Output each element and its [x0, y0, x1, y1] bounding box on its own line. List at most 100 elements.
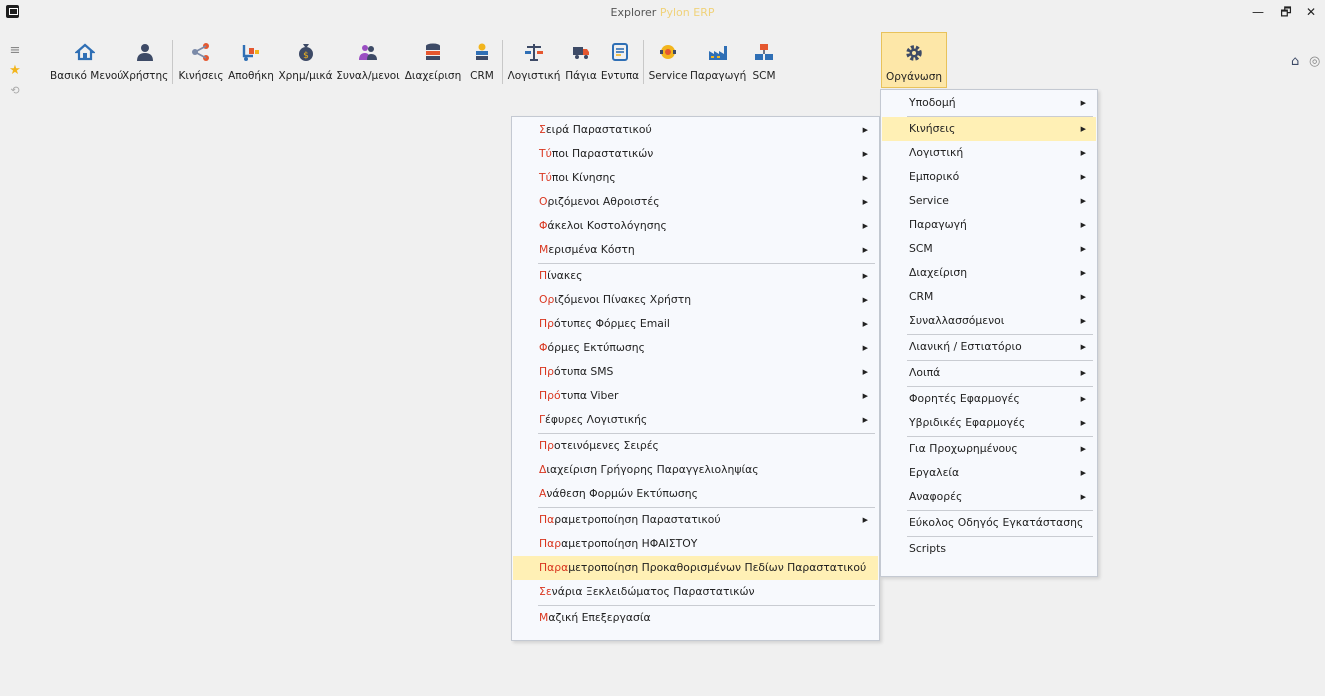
submenu-item[interactable]: Μαζική Επεξεργασία — [513, 606, 878, 630]
menu-item-entry[interactable]: Υποδομή ▶ — [882, 91, 1096, 115]
ribbon-production-label: Παραγωγή — [690, 70, 747, 82]
submenu-item-text: όρμες Εκτύπωσης — [547, 341, 645, 354]
window-brand-text: Pylon ERP — [659, 6, 715, 19]
submenu-item-text: ριζόμενοι Αθροιστές — [547, 195, 660, 208]
menu-item-entry[interactable]: Για Προχωρημένους ▶ — [882, 437, 1096, 461]
submenu-item[interactable]: Πρότυπα SMS ▶ — [513, 360, 878, 384]
submenu-item-label: Τύποι Κίνησης — [539, 166, 616, 190]
ribbon-scm[interactable]: SCM — [747, 32, 781, 88]
menu-item-label: Λογιστική — [909, 146, 964, 159]
submenu-item[interactable]: Οριζόμενοι Αθροιστές ▶ — [513, 190, 878, 214]
menu-item-entry[interactable]: Service ▶ — [882, 189, 1096, 213]
ribbon-movements[interactable]: Κινήσεις — [176, 32, 226, 88]
menu-item-entry[interactable]: Παραγωγή ▶ — [882, 213, 1096, 237]
menu-item-label: Υβριδικές Εφαρμογές — [909, 416, 1026, 429]
submenu-item[interactable]: Σειρά Παραστατικού ▶ — [513, 118, 878, 142]
submenu-item[interactable]: Τύποι Κίνησης ▶ — [513, 166, 878, 190]
menu-item-label: Παραγωγή — [909, 218, 967, 231]
submenu-arrow-icon: ▶ — [862, 368, 868, 376]
home-icon — [75, 43, 95, 61]
submenu-item-label: Μαζική Επεξεργασία — [539, 606, 651, 630]
window-title: Explorer Pylon ERP — [0, 6, 1325, 19]
menu-item-entry[interactable]: Φορητές Εφαρμογές ▶ — [882, 387, 1096, 411]
menu-organosi: Υποδομή ▶ Κινήσεις ▶ Λογιστική ▶ Εμπορικό ▶ Serv… — [880, 89, 1098, 577]
submenu-item-hotkey: Πρ — [539, 317, 554, 330]
submenu-item[interactable]: Πρότυπα Viber ▶ — [513, 384, 878, 408]
ribbon-organization[interactable]: Οργάνωση — [881, 32, 947, 88]
menu-arrow-icon: ▶ — [1080, 445, 1086, 453]
ribbon-production[interactable]: Παραγωγή — [690, 32, 746, 88]
menu-arrow-icon: ▶ — [1080, 245, 1086, 253]
ribbon-partners[interactable]: Συναλ/μενοι — [335, 32, 401, 88]
submenu-arrow-icon: ▶ — [862, 222, 868, 230]
menu-item-entry[interactable]: Αναφορές ▶ — [882, 485, 1096, 509]
menu-item-entry[interactable]: Λιανική / Εστιατόριο ▶ — [882, 335, 1096, 359]
submenu-item[interactable]: Ανάθεση Φορμών Εκτύπωσης — [513, 482, 878, 506]
submenu-item[interactable]: Προτεινόμενες Σειρές — [513, 434, 878, 458]
menu-item-entry[interactable]: Εύκολος Οδηγός Εγκατάστασης — [882, 511, 1096, 535]
submenu-item[interactable]: Σενάρια Ξεκλειδώματος Παραστατικών — [513, 580, 878, 604]
menu-item-entry[interactable]: Εργαλεία ▶ — [882, 461, 1096, 485]
menu-arrow-icon: ▶ — [1080, 149, 1086, 157]
menu-item-entry[interactable]: Λογιστική ▶ — [882, 141, 1096, 165]
submenu-item[interactable]: Διαχείριση Γρήγορης Παραγγελιοληψίας — [513, 458, 878, 482]
menu-arrow-icon: ▶ — [1080, 419, 1086, 427]
ribbon-management[interactable]: Διαχείριση — [402, 32, 464, 88]
history-icon[interactable]: ⟲ — [8, 84, 22, 98]
close-button[interactable]: ✕ — [1300, 3, 1322, 21]
maximize-button[interactable]: 🗗 — [1275, 3, 1297, 21]
ribbon-forms-label: Εντυπα — [600, 70, 640, 82]
menu-item-entry[interactable]: SCM ▶ — [882, 237, 1096, 261]
ribbon-warehouse[interactable]: Αποθήκη — [226, 32, 276, 88]
submenu-item-text: έφυρες Λογιστικής — [545, 413, 648, 426]
title-bar: Explorer Pylon ERP — 🗗 ✕ — [0, 0, 1325, 26]
menu-item-label: Κινήσεις — [909, 122, 956, 135]
hamburger-menu-icon[interactable]: ≡ — [8, 44, 22, 58]
submenu-item-hotkey: Ο — [539, 195, 548, 208]
submenu-item[interactable]: Οριζόμενοι Πίνακες Χρήστη ▶ — [513, 288, 878, 312]
submenu-item[interactable]: Μερισμένα Κόστη ▶ — [513, 238, 878, 262]
favorites-star-icon[interactable]: ★ — [8, 64, 22, 78]
submenu-item[interactable]: Παραμετροποίηση ΗΦΑΙΣΤΟΥ — [513, 532, 878, 556]
menu-item-entry[interactable]: Διαχείριση ▶ — [882, 261, 1096, 285]
ribbon-service[interactable]: Service — [647, 32, 689, 88]
menu-item-entry[interactable]: Λοιπά ▶ — [882, 361, 1096, 385]
ribbon-home-label: Βασικό Μενού — [50, 70, 124, 82]
submenu-item-text: ποι Κίνησης — [551, 171, 616, 184]
submenu-arrow-icon: ▶ — [862, 516, 868, 524]
submenu-item-text: μετροποίηση Προκαθορισμένων Πεδίων Παρασ… — [568, 561, 867, 574]
submenu-item-hotkey: Ορ — [539, 293, 555, 306]
submenu-item[interactable]: Πρότυπες Φόρμες Email ▶ — [513, 312, 878, 336]
ribbon-finance[interactable]: $ Χρημ/μικά — [277, 32, 334, 88]
submenu-item-text: ότυπα SMS — [553, 365, 614, 378]
ribbon-home[interactable]: Βασικό Μενού — [50, 32, 124, 88]
submenu-item-text: νάρια Ξεκλειδώματος Παραστατικών — [551, 585, 755, 598]
ribbon-forms[interactable]: Εντυπα — [600, 32, 640, 88]
globe-icon[interactable]: ◎ — [1309, 54, 1320, 69]
menu-item-entry[interactable]: Εμπορικό ▶ — [882, 165, 1096, 189]
submenu-item-label: Ανάθεση Φορμών Εκτύπωσης — [539, 482, 698, 506]
submenu-item-text: ότυπες Φόρμες Email — [553, 317, 670, 330]
ribbon-user[interactable]: Χρήστης — [122, 32, 168, 88]
submenu-item[interactable]: Φόρμες Εκτύπωσης ▶ — [513, 336, 878, 360]
submenu-item-hotkey: Πα — [539, 513, 555, 526]
submenu-item-text: ερισμένα Κόστη — [548, 243, 635, 256]
submenu-item[interactable]: Γέφυρες Λογιστικής ▶ — [513, 408, 878, 432]
home-shortcut-icon[interactable]: ⌂ — [1291, 54, 1299, 69]
submenu-item-label: Σενάρια Ξεκλειδώματος Παραστατικών — [539, 580, 755, 604]
menu-item-entry[interactable]: Scripts — [882, 537, 1096, 561]
submenu-item[interactable]: Πίνακες ▶ — [513, 264, 878, 288]
submenu-item[interactable]: Τύποι Παραστατικών ▶ — [513, 142, 878, 166]
submenu-item[interactable]: Παραμετροποίηση Προκαθορισμένων Πεδίων Π… — [513, 556, 878, 580]
menu-item-entry[interactable]: Συναλλασσόμενοι ▶ — [882, 309, 1096, 333]
menu-item-entry[interactable]: Υβριδικές Εφαρμογές ▶ — [882, 411, 1096, 435]
ribbon-accounting[interactable]: Λογιστική — [506, 32, 562, 88]
menu-item-entry[interactable]: CRM ▶ — [882, 285, 1096, 309]
menu-item-kiniseis[interactable]: Κινήσεις ▶ — [882, 117, 1096, 141]
submenu-item-label: Παραμετροποίηση Παραστατικού — [539, 508, 721, 532]
ribbon-assets[interactable]: Πάγια — [563, 32, 599, 88]
submenu-item[interactable]: Φάκελοι Κοστολόγησης ▶ — [513, 214, 878, 238]
ribbon-crm[interactable]: CRM — [465, 32, 499, 88]
submenu-item[interactable]: Παραμετροποίηση Παραστατικού ▶ — [513, 508, 878, 532]
minimize-button[interactable]: — — [1247, 3, 1269, 21]
